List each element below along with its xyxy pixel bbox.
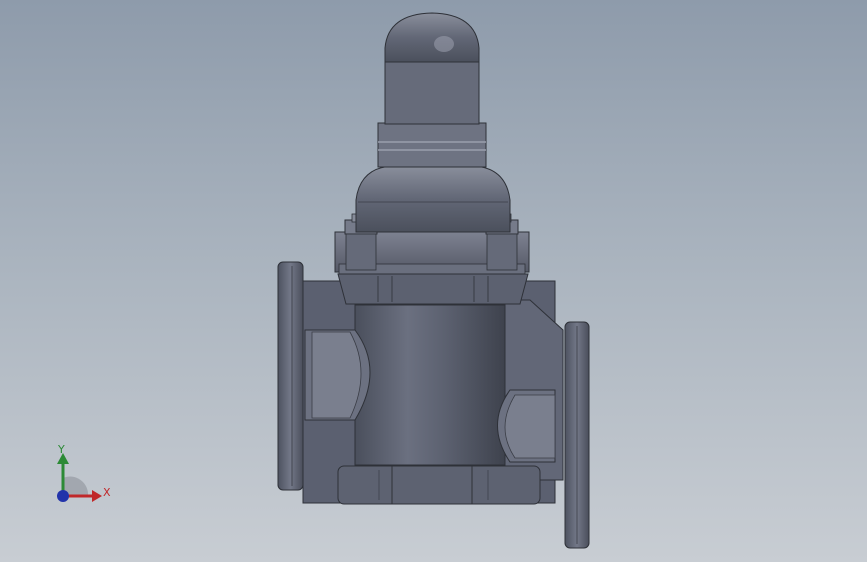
graphics-viewport[interactable]: X Y (0, 0, 867, 562)
top-cap (384, 12, 480, 63)
left-flange (277, 261, 304, 491)
valve-body (302, 280, 564, 505)
y-axis-label: Y (58, 443, 65, 456)
bonnet-dome (355, 165, 511, 233)
spring-housing (377, 59, 487, 168)
valve-model[interactable] (0, 0, 867, 562)
right-flange (564, 321, 590, 549)
x-axis-label: X (103, 486, 111, 499)
